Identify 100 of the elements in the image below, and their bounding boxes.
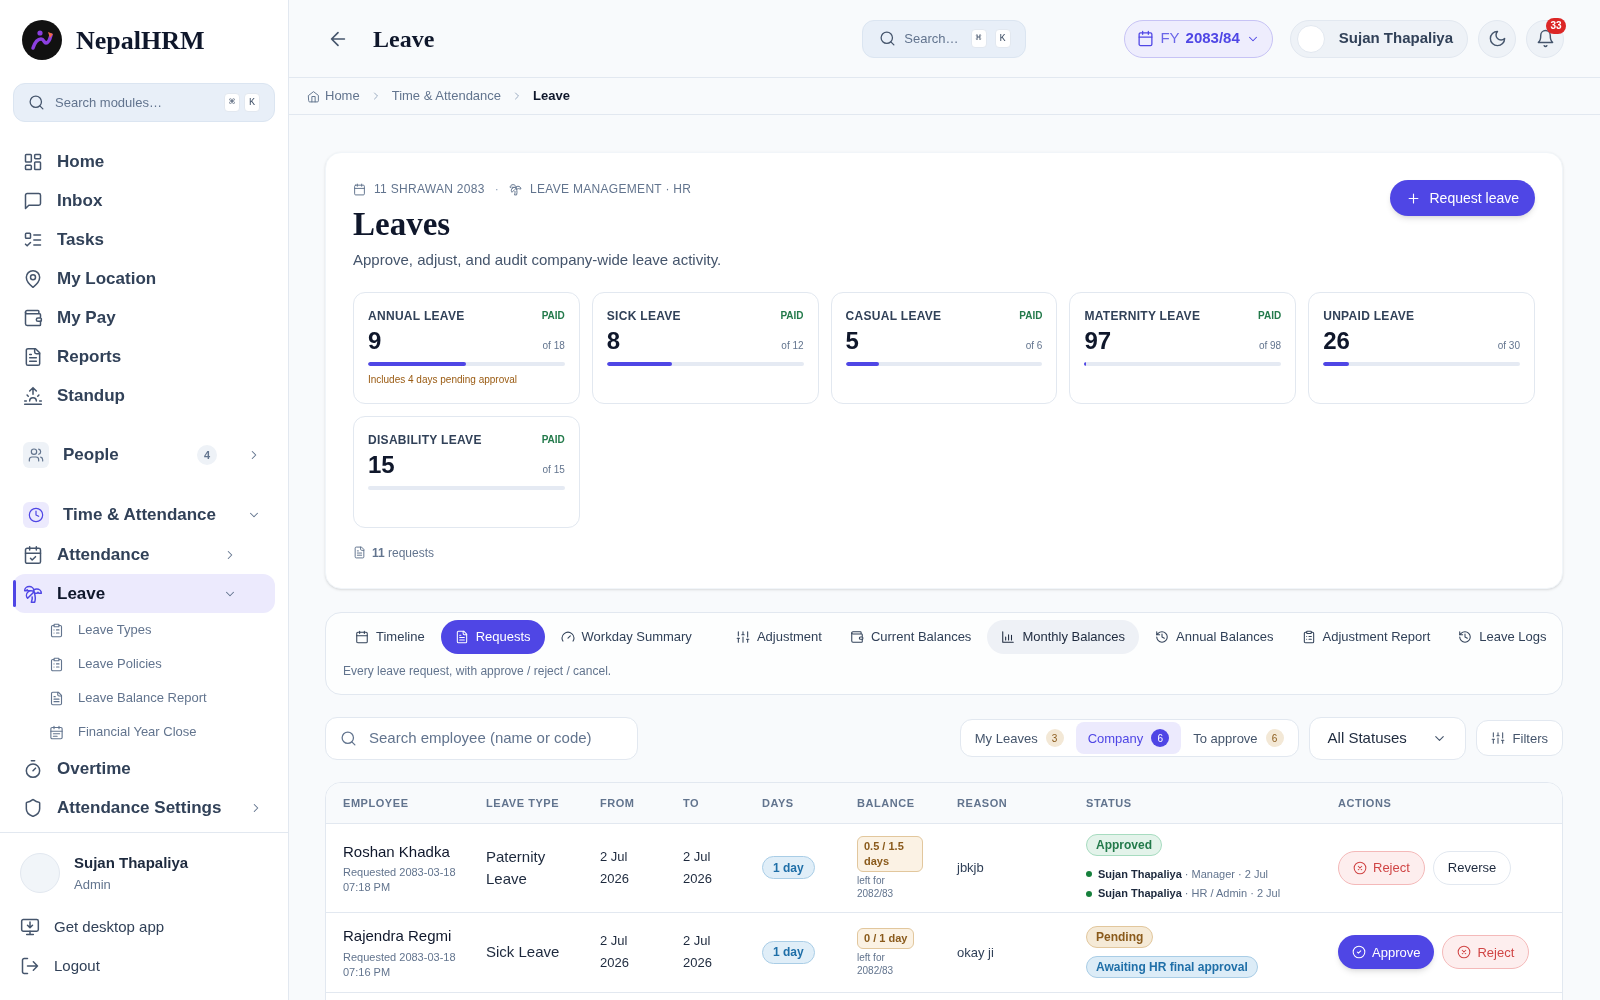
nav-item[interactable]: Inbox	[13, 181, 275, 220]
clipboard-icon	[1301, 629, 1316, 644]
balance-total: of 30	[1497, 338, 1520, 353]
scope-tab[interactable]: Company 6	[1075, 722, 1182, 755]
balance-badge: 0.5 / 1.5 days	[857, 835, 923, 872]
table-cell-text: 2 Jul 2026	[683, 932, 713, 973]
bar-chart-icon	[1001, 629, 1016, 644]
status-dropdown[interactable]: All Statuses	[1308, 716, 1466, 760]
shortcut-key: ⌘	[223, 93, 240, 112]
filters-button[interactable]: Filters	[1475, 720, 1563, 757]
stopwatch-icon	[23, 758, 43, 779]
nav-item[interactable]: My Location	[13, 259, 275, 298]
balance-value: 9	[368, 328, 382, 353]
tab[interactable]: Monthly Balances	[987, 619, 1139, 654]
balance-total: of 15	[542, 462, 565, 477]
section-subtitle: Approve, adjust, and audit company-wide leave activity.	[353, 250, 722, 271]
x-circle-icon	[1457, 945, 1472, 960]
paid-tag: PAID	[1258, 308, 1282, 324]
nav-item[interactable]: Tasks	[13, 220, 275, 259]
nav-subitem[interactable]: Leave Policies	[13, 647, 275, 681]
leave-type-name: DISABILITY LEAVE	[368, 431, 482, 449]
nav-item[interactable]: Standup	[13, 376, 275, 415]
approve-button[interactable]: Approve	[1338, 935, 1435, 970]
request-leave-button[interactable]: Request leave	[1390, 180, 1535, 216]
tab-description: Every leave request, with approve / reject / cancel.	[343, 662, 613, 680]
clock-icon	[28, 507, 44, 523]
balance-total: of 18	[542, 338, 565, 353]
document-icon	[23, 346, 43, 367]
nav-item[interactable]: My Pay	[13, 298, 275, 337]
table-cell-text: jbkjb	[957, 859, 985, 877]
breadcrumb-link[interactable]: Leave	[533, 86, 570, 106]
tab[interactable]: Annual Balances	[1143, 619, 1286, 654]
pending-note: Includes 4 days pending approval	[368, 372, 518, 387]
module-search-field[interactable]: Search modules… ⌘ K	[13, 83, 275, 122]
tab[interactable]: Leave Logs	[1446, 619, 1559, 654]
desktop-app-link[interactable]: Get desktop app	[20, 913, 268, 941]
brand-name: NepalHRM	[76, 24, 205, 57]
nav-item[interactable]: People 4	[13, 435, 275, 475]
nav-subitem[interactable]: Leave Types	[13, 613, 275, 647]
search-placeholder: Search…	[904, 29, 959, 48]
column-header: ACTIONS	[1338, 795, 1393, 811]
tab[interactable]: Workday Summary	[548, 619, 704, 654]
breadcrumb-link[interactable]: Home	[307, 86, 360, 106]
column-header: DAYS	[762, 795, 795, 811]
nav-item[interactable]: Attendance Settings	[13, 788, 275, 827]
logout-link[interactable]: Logout	[20, 952, 268, 980]
people-icon	[28, 447, 44, 463]
table-cell-text: Sick Leave	[486, 942, 561, 963]
table-cell-text: 2 Jul 2026	[683, 847, 713, 888]
approval-entry: Sujan Thapaliya · HR / Admin · 2 Jul	[1098, 886, 1281, 902]
sliders-icon	[735, 629, 750, 644]
balance-total: of 6	[1025, 338, 1043, 353]
shortcut-key: K	[244, 93, 260, 112]
reject-button[interactable]: Reject	[1442, 935, 1530, 970]
nav-item[interactable]: Home	[13, 142, 275, 181]
tab[interactable]: Requests	[440, 619, 545, 654]
reject-button[interactable]: Reject	[1338, 850, 1425, 885]
wallet-icon	[849, 629, 864, 644]
map-pin-icon	[23, 268, 43, 289]
monitor-download-icon	[20, 917, 40, 937]
employee-name: Roshan Khadka	[343, 841, 451, 862]
breadcrumb-link[interactable]: Time & Attendance	[391, 86, 502, 106]
gauge-icon	[560, 629, 575, 644]
status-badge: Approved	[1086, 833, 1162, 856]
employee-search-field[interactable]: Search employee (name or code)	[325, 716, 638, 760]
shield-icon	[23, 797, 43, 818]
nav-item[interactable]: Time & Attendance	[13, 495, 275, 535]
column-header: TO	[683, 795, 701, 811]
fiscal-year-selector[interactable]: FY 2083/84	[1124, 19, 1273, 58]
nav-subitem[interactable]: Leave Balance Report	[13, 681, 275, 715]
history-icon	[1155, 629, 1169, 644]
leave-type-name: CASUAL LEAVE	[845, 307, 942, 325]
column-header: LEAVE TYPE	[486, 795, 561, 811]
search-icon	[879, 30, 897, 47]
user-menu-button[interactable]: Sujan Thapaliya	[1289, 19, 1468, 58]
reverse-button[interactable]: Reverse	[1432, 850, 1512, 885]
days-badge: 1 day	[762, 856, 815, 880]
theme-toggle-button[interactable]	[1478, 19, 1516, 58]
scope-tab[interactable]: To approve 6	[1181, 722, 1296, 755]
nav-item[interactable]: Overtime	[13, 749, 275, 788]
count-badge: 4	[197, 445, 217, 465]
user-role: Admin	[74, 875, 112, 894]
clipboard-icon	[49, 622, 64, 638]
tab[interactable]: Adjustment Report	[1289, 619, 1443, 654]
user-name: Sujan Thapaliya	[74, 853, 189, 873]
tab[interactable]: Current Balances	[837, 619, 984, 654]
notifications-button[interactable]: 33	[1526, 19, 1564, 58]
nav-item[interactable]: Attendance	[13, 535, 275, 574]
tab[interactable]: Adjustment	[723, 619, 834, 654]
chat-bubble-icon	[23, 190, 43, 211]
tab[interactable]: Timeline	[343, 619, 437, 654]
paid-tag: PAID	[541, 432, 565, 448]
scope-tab[interactable]: My Leaves 3	[962, 722, 1076, 755]
nav-item[interactable]: Reports	[13, 337, 275, 376]
nav-item[interactable]: Leave	[13, 574, 275, 613]
nav-subitem[interactable]: Financial Year Close	[13, 715, 275, 749]
search-icon	[28, 94, 45, 111]
count-badge: 6	[1265, 729, 1284, 748]
table-cell-text: Paternity Leave	[486, 846, 547, 889]
global-search-field[interactable]: Search… ⌘ K	[862, 19, 1027, 58]
